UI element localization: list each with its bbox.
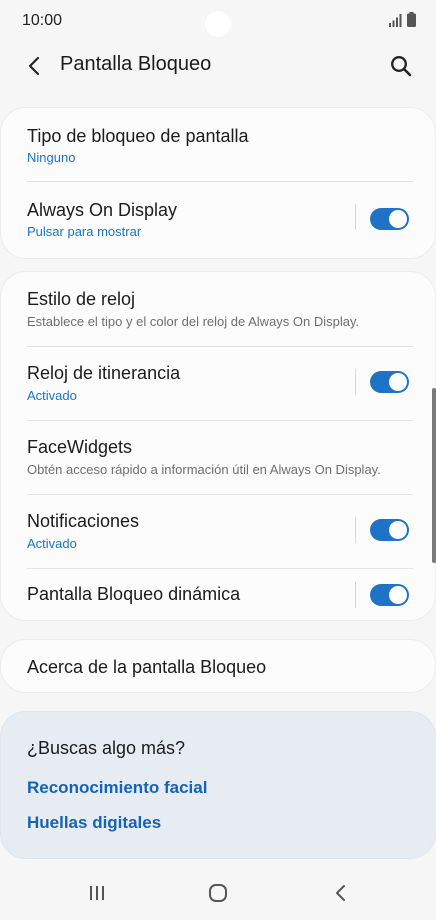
setting-row-about-lock-screen[interactable]: Acerca de la pantalla Bloqueo: [1, 640, 435, 694]
home-button[interactable]: [205, 880, 231, 906]
always-on-display-toggle[interactable]: [370, 208, 409, 230]
nav-back-button[interactable]: [328, 880, 354, 906]
home-icon: [209, 884, 227, 902]
navigation-bar: [0, 866, 436, 920]
status-time: 10:00: [22, 12, 63, 29]
setting-row-notifications[interactable]: Notificaciones Activado: [1, 495, 435, 568]
toggle-knob: [389, 210, 407, 228]
link-face-recognition[interactable]: Reconocimiento facial: [27, 778, 207, 798]
setting-subtitle: Establece el tipo y el color del reloj d…: [27, 314, 360, 329]
setting-title: Always On Display: [27, 200, 178, 220]
setting-subtitle: Activado: [27, 536, 77, 551]
setting-title: Reloj de itinerancia: [27, 363, 181, 383]
scrollbar[interactable]: [432, 388, 436, 563]
app-bar: Pantalla Bloqueo: [0, 42, 436, 88]
notifications-toggle[interactable]: [370, 519, 409, 541]
setting-row-roaming-clock[interactable]: Reloj de itinerancia Activado: [1, 347, 435, 420]
toggle-knob: [389, 521, 407, 539]
signal-icon: [389, 14, 402, 27]
search-icon: [391, 56, 412, 77]
search-button[interactable]: [386, 51, 416, 81]
page-title: Pantalla Bloqueo: [60, 53, 212, 75]
recent-apps-button[interactable]: [84, 880, 110, 906]
setting-title: Estilo de reloj: [27, 289, 136, 309]
camera-cutout: [205, 11, 231, 37]
status-bar: 10:00: [0, 0, 436, 42]
setting-row-always-on-display[interactable]: Always On Display Pulsar para mostrar: [1, 182, 435, 256]
toggle-separator: [355, 369, 356, 395]
toggle-knob: [389, 586, 407, 604]
setting-subtitle: Pulsar para mostrar: [27, 224, 142, 239]
back-button[interactable]: [20, 52, 48, 80]
looking-for-more-card: ¿Buscas algo más? Reconocimiento facial …: [0, 711, 436, 859]
back-arrow-icon: [28, 56, 40, 76]
setting-title: Pantalla Bloqueo dinámica: [27, 584, 241, 604]
setting-subtitle: Obtén acceso rápido a información útil e…: [27, 462, 381, 477]
settings-group-about: Acerca de la pantalla Bloqueo: [0, 639, 436, 693]
setting-row-lock-type[interactable]: Tipo de bloqueo de pantalla Ninguno: [1, 108, 435, 182]
toggle-separator: [355, 582, 356, 608]
toggle-separator: [355, 204, 356, 230]
setting-row-dynamic-lock-screen[interactable]: Pantalla Bloqueo dinámica: [1, 569, 435, 622]
setting-row-clock-style[interactable]: Estilo de reloj Establece el tipo y el c…: [1, 272, 435, 346]
setting-row-facewidgets[interactable]: FaceWidgets Obtén acceso rápido a inform…: [1, 421, 435, 494]
link-fingerprints[interactable]: Huellas digitales: [27, 813, 161, 833]
status-icons: [389, 12, 416, 27]
setting-subtitle: Ninguno: [27, 150, 76, 165]
setting-title: Tipo de bloqueo de pantalla: [27, 126, 249, 146]
settings-group-lock-type: Tipo de bloqueo de pantalla Ninguno Alwa…: [0, 107, 436, 259]
battery-icon: [407, 12, 416, 27]
roaming-clock-toggle[interactable]: [370, 371, 409, 393]
toggle-knob: [389, 373, 407, 391]
toggle-separator: [355, 517, 356, 543]
setting-title: Acerca de la pantalla Bloqueo: [27, 657, 267, 677]
dynamic-lock-screen-toggle[interactable]: [370, 584, 409, 606]
setting-subtitle: Activado: [27, 388, 77, 403]
settings-group-clock: Estilo de reloj Establece el tipo y el c…: [0, 271, 436, 621]
recent-apps-icon: [90, 886, 104, 900]
setting-title: Notificaciones: [27, 511, 140, 531]
setting-title: FaceWidgets: [27, 437, 133, 457]
nav-back-icon: [336, 885, 345, 901]
looking-for-more-title: ¿Buscas algo más?: [27, 738, 186, 758]
